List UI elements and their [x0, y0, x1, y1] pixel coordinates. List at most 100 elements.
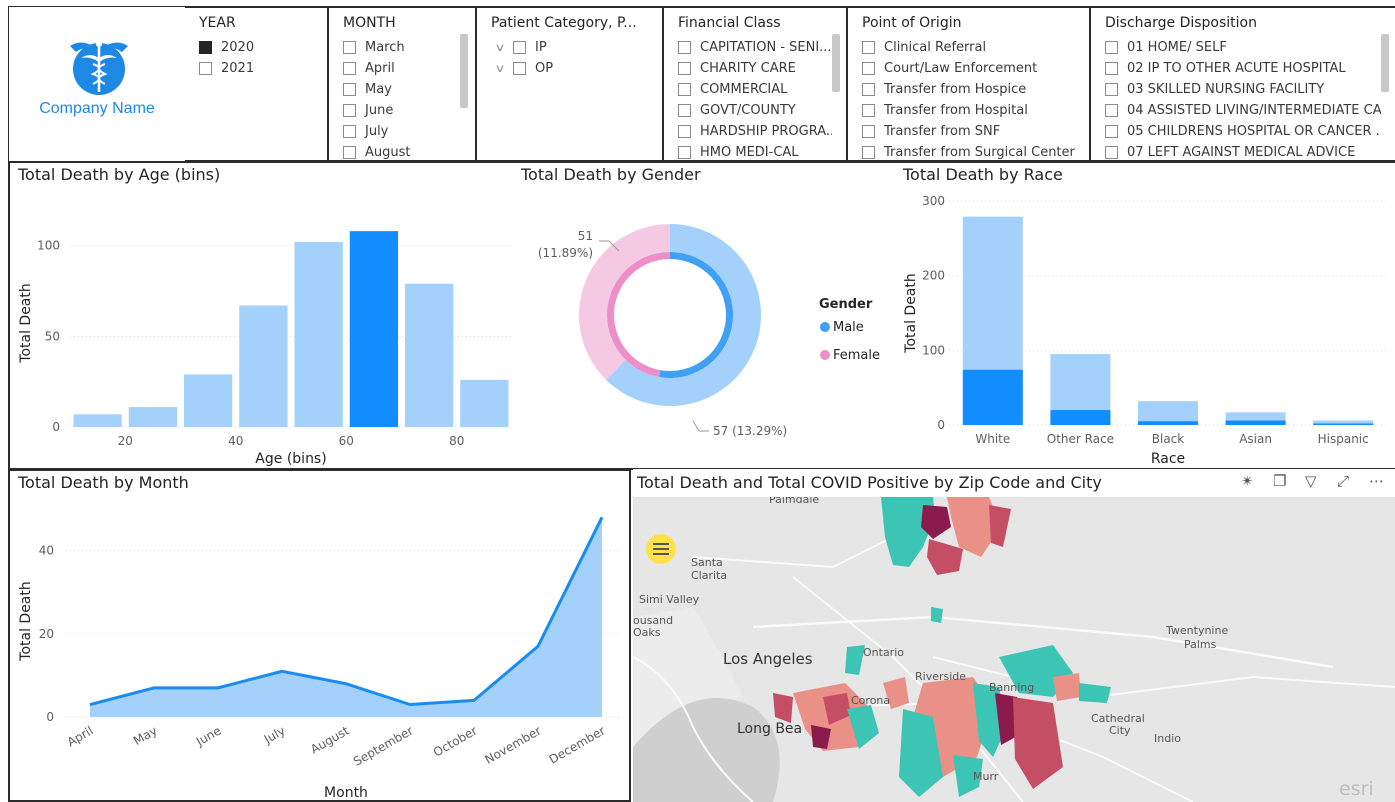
checkbox[interactable]	[199, 41, 212, 54]
male-data-label: 57 (13.29%)	[713, 424, 787, 438]
more-options-icon[interactable]: ⋯	[1369, 472, 1384, 490]
map-label-palms: Palms	[1184, 638, 1217, 651]
point-of-origin-slicer[interactable]: Point of Origin Clinical Referral Court/L…	[848, 6, 1091, 162]
checkbox[interactable]	[1105, 62, 1118, 75]
age-bar	[460, 379, 509, 427]
x-tick-label: May	[131, 723, 159, 748]
zip-code-map[interactable]: Palmdale Santa Clarita Simi Valley ousan…	[633, 497, 1395, 802]
financial-class-item-label: GOVT/COUNTY	[700, 103, 796, 118]
map-label-clarita: Clarita	[691, 569, 727, 582]
patient-category-slicer[interactable]: Patient Category, P... ∨ IP ∨ OP	[477, 6, 664, 162]
filter-icon[interactable]: ▽	[1305, 472, 1317, 490]
patient-category-item[interactable]: ∨ OP	[491, 58, 648, 79]
map-label-ontario: Ontario	[863, 646, 904, 659]
financial-class-item[interactable]: GOVT/COUNTY	[678, 100, 832, 121]
y-tick-label: 20	[39, 627, 54, 641]
checkbox[interactable]	[862, 125, 875, 138]
financial-class-item[interactable]: HARDSHIP PROGRA...	[678, 121, 832, 142]
financial-class-item[interactable]: CAPITATION - SENI...	[678, 37, 832, 58]
y-axis-title: Total Death	[18, 283, 34, 363]
checkbox[interactable]	[678, 83, 691, 96]
checkbox[interactable]	[343, 62, 356, 75]
checkbox[interactable]	[862, 41, 875, 54]
copy-icon[interactable]: ❐	[1273, 472, 1286, 490]
x-tick-label: Other Race	[1047, 432, 1114, 446]
checkbox[interactable]	[862, 62, 875, 75]
year-slicer[interactable]: YEAR 2020 2021	[185, 6, 329, 162]
point-of-origin-item[interactable]: Court/Law Enforcement	[862, 58, 1075, 79]
month-slicer[interactable]: MONTH March April May June July August	[329, 6, 477, 162]
checkbox[interactable]	[678, 62, 691, 75]
point-of-origin-item[interactable]: Transfer from SNF	[862, 121, 1075, 142]
year-item[interactable]: 2021	[199, 58, 313, 79]
discharge-item[interactable]: 04 ASSISTED LIVING/INTERMEDIATE CA...	[1105, 100, 1381, 121]
checkbox[interactable]	[678, 125, 691, 138]
month-area-chart: 0 20 40 April May June July August September Octo…	[18, 516, 622, 800]
checkbox[interactable]	[862, 83, 875, 96]
checkbox[interactable]	[1105, 125, 1118, 138]
patient-category-item[interactable]: ∨ IP	[491, 37, 648, 58]
month-item[interactable]: April	[343, 58, 461, 79]
financial-class-item[interactable]: HMO MEDI-CAL	[678, 142, 832, 160]
race-bar-highlight	[1050, 410, 1111, 425]
checkbox[interactable]	[862, 146, 875, 159]
checkbox[interactable]	[678, 41, 691, 54]
point-of-origin-item-label: Transfer from Hospital	[884, 103, 1028, 118]
map-label-simi-valley: Simi Valley	[639, 593, 700, 606]
focus-mode-icon[interactable]: ⤢	[1337, 472, 1349, 490]
x-axis-title: Month	[324, 785, 368, 800]
checkbox[interactable]	[1105, 146, 1118, 159]
checkbox[interactable]	[862, 104, 875, 117]
month-slicer-title: MONTH	[343, 15, 396, 31]
checkbox[interactable]	[343, 104, 356, 117]
pin-icon[interactable]: ✴	[1241, 472, 1254, 490]
point-of-origin-item[interactable]: Transfer from Surgical Center	[862, 142, 1075, 160]
checkbox[interactable]	[343, 125, 356, 138]
discharge-disposition-slicer[interactable]: Discharge Disposition 01 HOME/ SELF 02 IP…	[1091, 6, 1395, 162]
discharge-item[interactable]: 07 LEFT AGAINST MEDICAL ADVICE	[1105, 142, 1381, 160]
checkbox[interactable]	[1105, 104, 1118, 117]
chevron-down-icon[interactable]: ∨	[491, 62, 513, 75]
discharge-scrollbar[interactable]	[1381, 34, 1389, 92]
checkbox[interactable]	[343, 83, 356, 96]
financial-scrollbar[interactable]	[832, 34, 840, 92]
race-bar-highlight	[1138, 421, 1198, 425]
discharge-item[interactable]: 05 CHILDRENS HOSPITAL OR CANCER ...	[1105, 121, 1381, 142]
point-of-origin-item[interactable]: Clinical Referral	[862, 37, 1075, 58]
point-of-origin-item[interactable]: Transfer from Hospital	[862, 100, 1075, 121]
year-item[interactable]: 2020	[199, 37, 313, 58]
month-item[interactable]: May	[343, 79, 461, 100]
financial-class-slicer[interactable]: Financial Class CAPITATION - SENI... CHAR…	[664, 6, 848, 162]
discharge-item[interactable]: 02 IP TO OTHER ACUTE HOSPITAL	[1105, 58, 1381, 79]
checkbox[interactable]	[199, 62, 212, 75]
month-item-label: March	[365, 40, 405, 55]
month-item[interactable]: July	[343, 121, 461, 142]
discharge-item-label: 07 LEFT AGAINST MEDICAL ADVICE	[1127, 145, 1356, 160]
checkbox[interactable]	[678, 104, 691, 117]
checkbox[interactable]	[1105, 41, 1118, 54]
month-item[interactable]: August	[343, 142, 461, 160]
map-title: Total Death and Total COVID Positive by …	[637, 473, 1102, 492]
financial-class-item[interactable]: COMMERCIAL	[678, 79, 832, 100]
discharge-item[interactable]: 01 HOME/ SELF	[1105, 37, 1381, 58]
month-scrollbar[interactable]	[460, 34, 468, 108]
checkbox[interactable]	[343, 41, 356, 54]
checkbox[interactable]	[678, 146, 691, 159]
checkbox[interactable]	[513, 41, 526, 54]
y-tick-label: 40	[39, 544, 54, 558]
month-item[interactable]: June	[343, 100, 461, 121]
x-tick-label: White	[975, 432, 1010, 446]
x-tick-label: July	[261, 723, 288, 746]
checkbox[interactable]	[1105, 83, 1118, 96]
discharge-item[interactable]: 03 SKILLED NURSING FACILITY	[1105, 79, 1381, 100]
age-bar	[128, 407, 177, 427]
x-tick-label: Asian	[1239, 432, 1272, 446]
chevron-down-icon[interactable]: ∨	[491, 41, 513, 54]
checkbox[interactable]	[343, 146, 356, 159]
month-item[interactable]: March	[343, 37, 461, 58]
point-of-origin-item[interactable]: Transfer from Hospice	[862, 79, 1075, 100]
gender-donut-chart: 51 (11.89%) 57 (13.29%) Gender Male Female	[538, 224, 880, 438]
legend-label-female: Female	[833, 348, 880, 363]
checkbox[interactable]	[513, 62, 526, 75]
financial-class-item[interactable]: CHARITY CARE	[678, 58, 832, 79]
